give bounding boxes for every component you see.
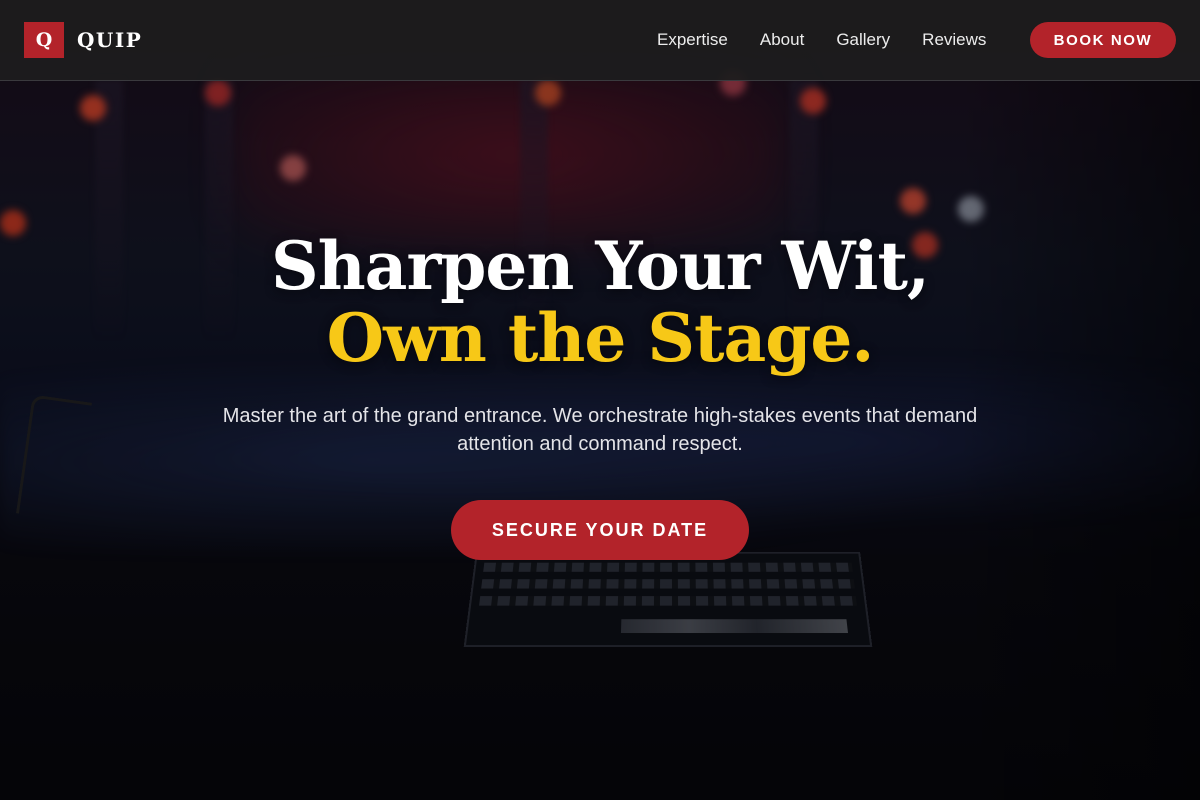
top-navbar: Q QUIP Expertise About Gallery Reviews B…: [0, 0, 1200, 81]
hero-headline-main: Sharpen Your Wit,: [271, 227, 930, 305]
secure-your-date-button[interactable]: SECURE YOUR DATE: [451, 500, 749, 560]
logo-mark: Q: [24, 22, 64, 58]
nav-link-reviews[interactable]: Reviews: [922, 30, 986, 50]
hero-headline: Sharpen Your Wit, Own the Stage.: [190, 230, 1010, 374]
brand-logo[interactable]: Q QUIP: [24, 22, 142, 58]
nav-links: Expertise About Gallery Reviews: [657, 30, 1018, 50]
nav-link-expertise[interactable]: Expertise: [657, 30, 728, 50]
nav-link-gallery[interactable]: Gallery: [836, 30, 890, 50]
book-now-button[interactable]: BOOK NOW: [1030, 22, 1176, 58]
hero-headline-accent: Own the Stage.: [326, 299, 875, 377]
brand-name: QUIP: [77, 28, 143, 52]
nav-link-about[interactable]: About: [760, 30, 804, 50]
hero-subtitle: Master the art of the grand entrance. We…: [222, 405, 978, 455]
hero-section: Sharpen Your Wit, Own the Stage. Master …: [0, 230, 1200, 560]
